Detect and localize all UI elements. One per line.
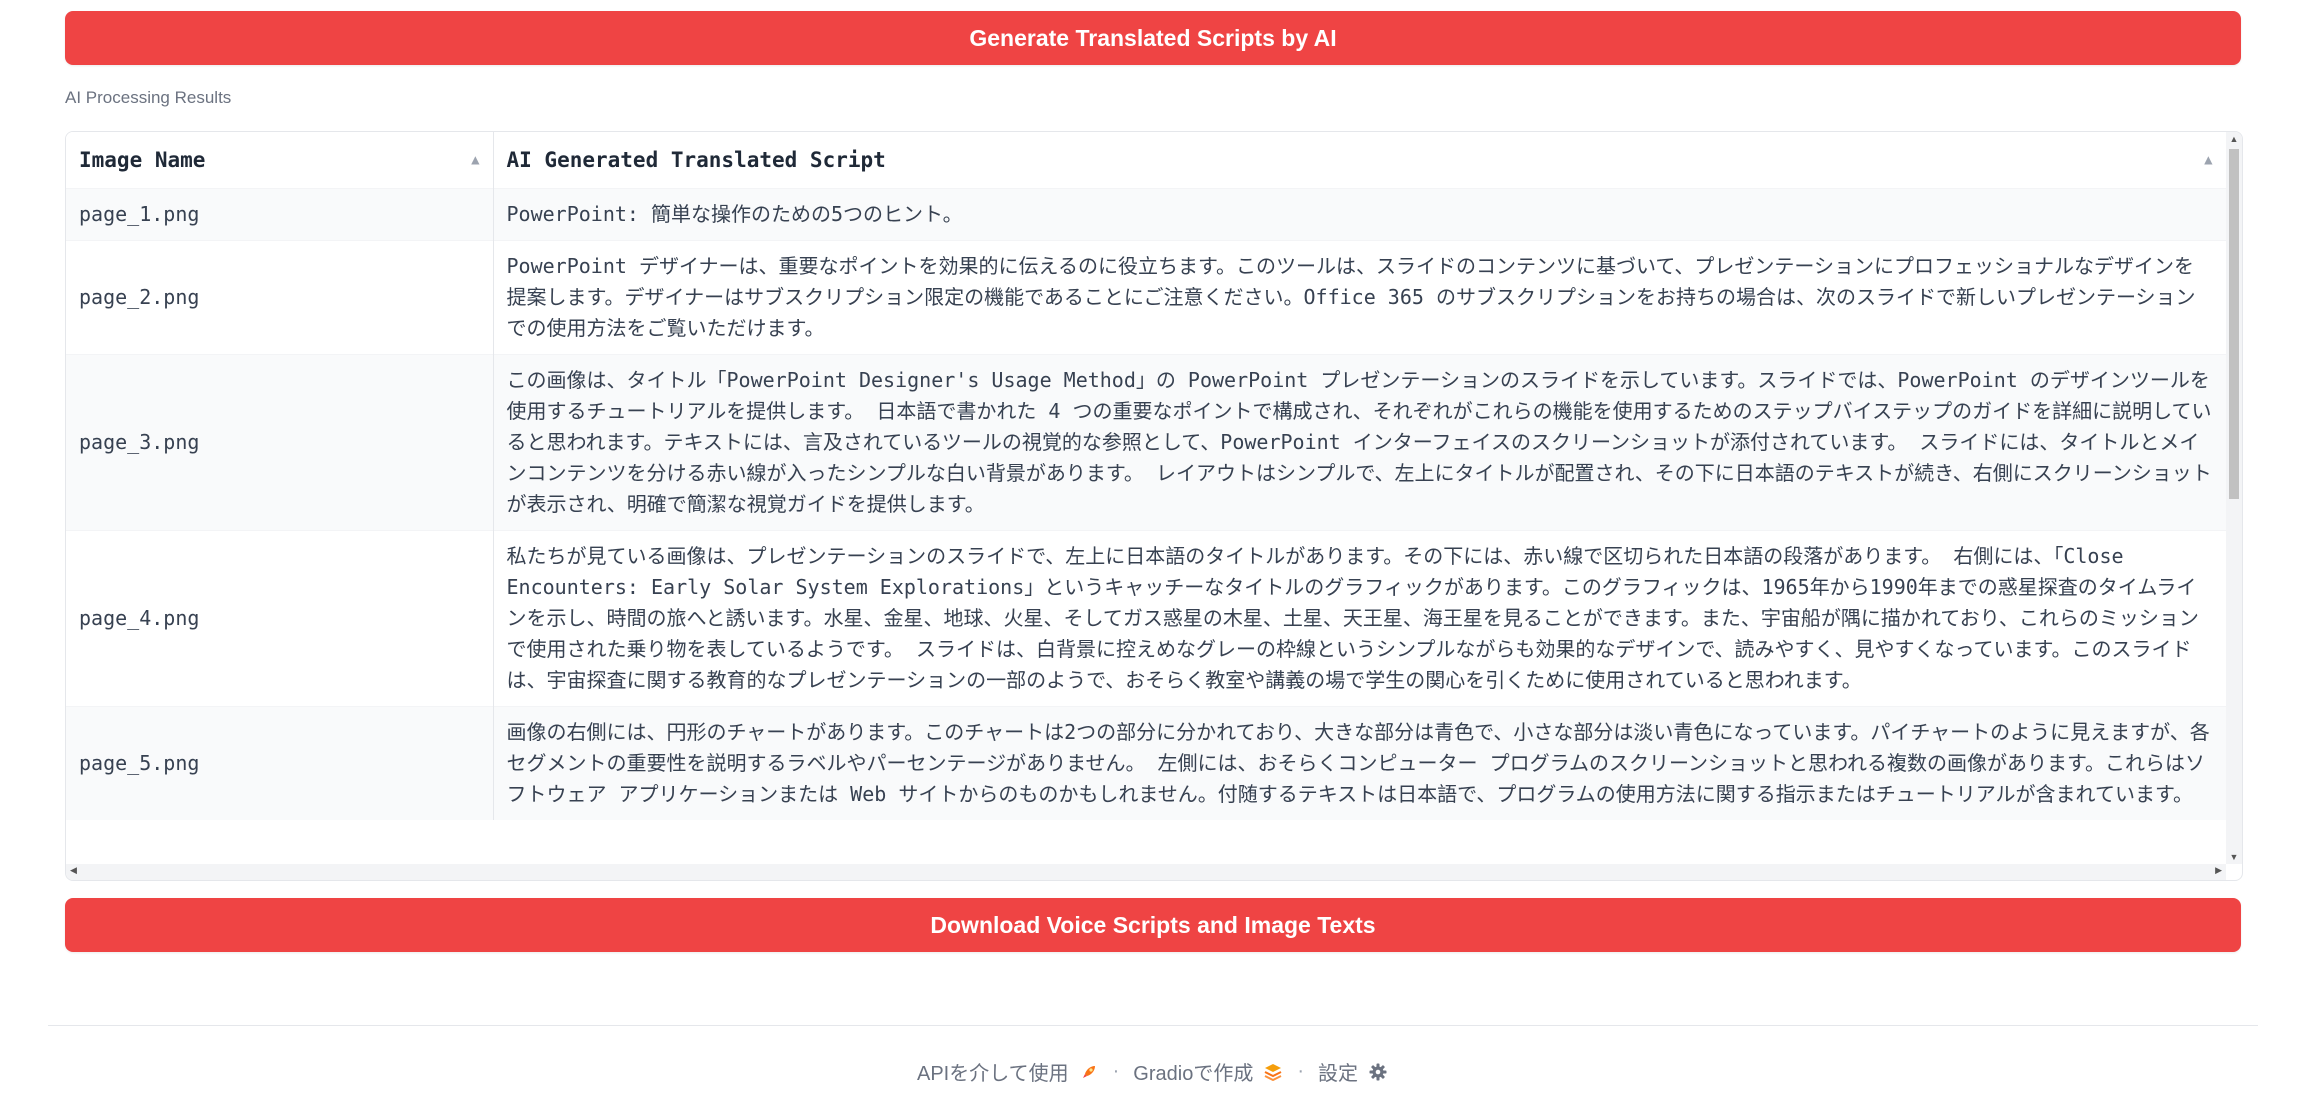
table-row: page_2.png PowerPoint デザイナーは、重要なポイントを効果的… [66,240,2226,355]
table-row: page_3.png この画像は、タイトル「PowerPoint Designe… [66,354,2226,531]
footer-settings-link[interactable]: 設定 [1318,1057,1388,1086]
sort-ascending-icon[interactable]: ▲ [471,152,479,168]
table-header-row: Image Name ▲ AI Generated Translated Scr… [66,132,2226,189]
footer: APIを介して使用 · Gradioで作成 · 設定 [0,1057,2305,1086]
results-label: AI Processing Results [65,88,232,107]
footer-settings-label: 設定 [1318,1063,1358,1085]
column-header-label: AI Generated Translated Script [506,148,886,172]
table-cell-image-name[interactable]: page_4.png [66,530,494,707]
gear-icon [1368,1062,1388,1082]
table-cell-image-name[interactable]: page_2.png [66,240,494,355]
table-cell-script[interactable]: 私たちが見ている画像は、プレゼンテーションのスライドで、左上に日本語のタイトルが… [493,530,2226,707]
footer-api-label: APIを介して使用 [916,1063,1069,1085]
table-cell-script[interactable]: PowerPoint デザイナーは、重要なポイントを効果的に伝えるのに役立ちます… [493,240,2226,355]
table-cell-script[interactable]: この画像は、タイトル「PowerPoint Designer's Usage M… [493,354,2226,531]
footer-divider [48,1025,2258,1026]
table-cell-script[interactable]: 画像の右側には、円形のチャートがあります。このチャートは2つの部分に分かれており… [493,706,2226,820]
footer-gradio-label: Gradioで作成 [1133,1063,1254,1085]
footer-api-link[interactable]: APIを介して使用 [917,1057,1099,1086]
footer-separator: · [1297,1060,1304,1082]
horizontal-scrollbar[interactable]: ◀ ▶ [66,864,2226,880]
table-cell-image-name[interactable]: page_5.png [66,706,494,820]
column-header-translated-script[interactable]: AI Generated Translated Script ▲ [493,132,2226,189]
column-header-label: Image Name [79,148,206,172]
table-row: page_1.png PowerPoint: 簡単な操作のための5つのヒント。 [66,188,2226,241]
scroll-up-arrow-icon[interactable]: ▲ [2226,134,2242,144]
table-row: page_5.png 画像の右側には、円形のチャートがあります。このチャートは2… [66,706,2226,820]
results-table-scroll-area[interactable]: Image Name ▲ AI Generated Translated Scr… [66,132,2226,864]
gradio-logo-icon [1263,1062,1283,1082]
scroll-right-arrow-icon[interactable]: ▶ [2215,865,2222,876]
vertical-scrollbar[interactable]: ▲ ▼ [2226,132,2242,864]
vertical-scrollbar-thumb[interactable] [2229,149,2239,499]
column-header-image-name[interactable]: Image Name ▲ [66,132,494,189]
table-row: page_4.png 私たちが見ている画像は、プレゼンテーションのスライドで、左… [66,530,2226,707]
app-page: Generate Translated Scripts by AI AI Pro… [0,0,2305,1112]
table-cell-image-name[interactable]: page_3.png [66,354,494,531]
footer-gradio-link[interactable]: Gradioで作成 [1133,1057,1283,1086]
results-table-container: Image Name ▲ AI Generated Translated Scr… [65,131,2243,881]
footer-separator: · [1112,1060,1120,1082]
scroll-left-arrow-icon[interactable]: ◀ [70,865,77,876]
results-table: Image Name ▲ AI Generated Translated Scr… [66,132,2226,820]
sort-ascending-icon[interactable]: ▲ [2204,152,2212,168]
download-voice-scripts-button[interactable]: Download Voice Scripts and Image Texts [65,898,2241,952]
generate-translated-scripts-button[interactable]: Generate Translated Scripts by AI [65,11,2241,65]
table-cell-image-name[interactable]: page_1.png [66,188,494,241]
table-cell-script[interactable]: PowerPoint: 簡単な操作のための5つのヒント。 [493,188,2226,241]
scroll-down-arrow-icon[interactable]: ▼ [2226,852,2242,862]
rocket-icon [1079,1062,1099,1082]
